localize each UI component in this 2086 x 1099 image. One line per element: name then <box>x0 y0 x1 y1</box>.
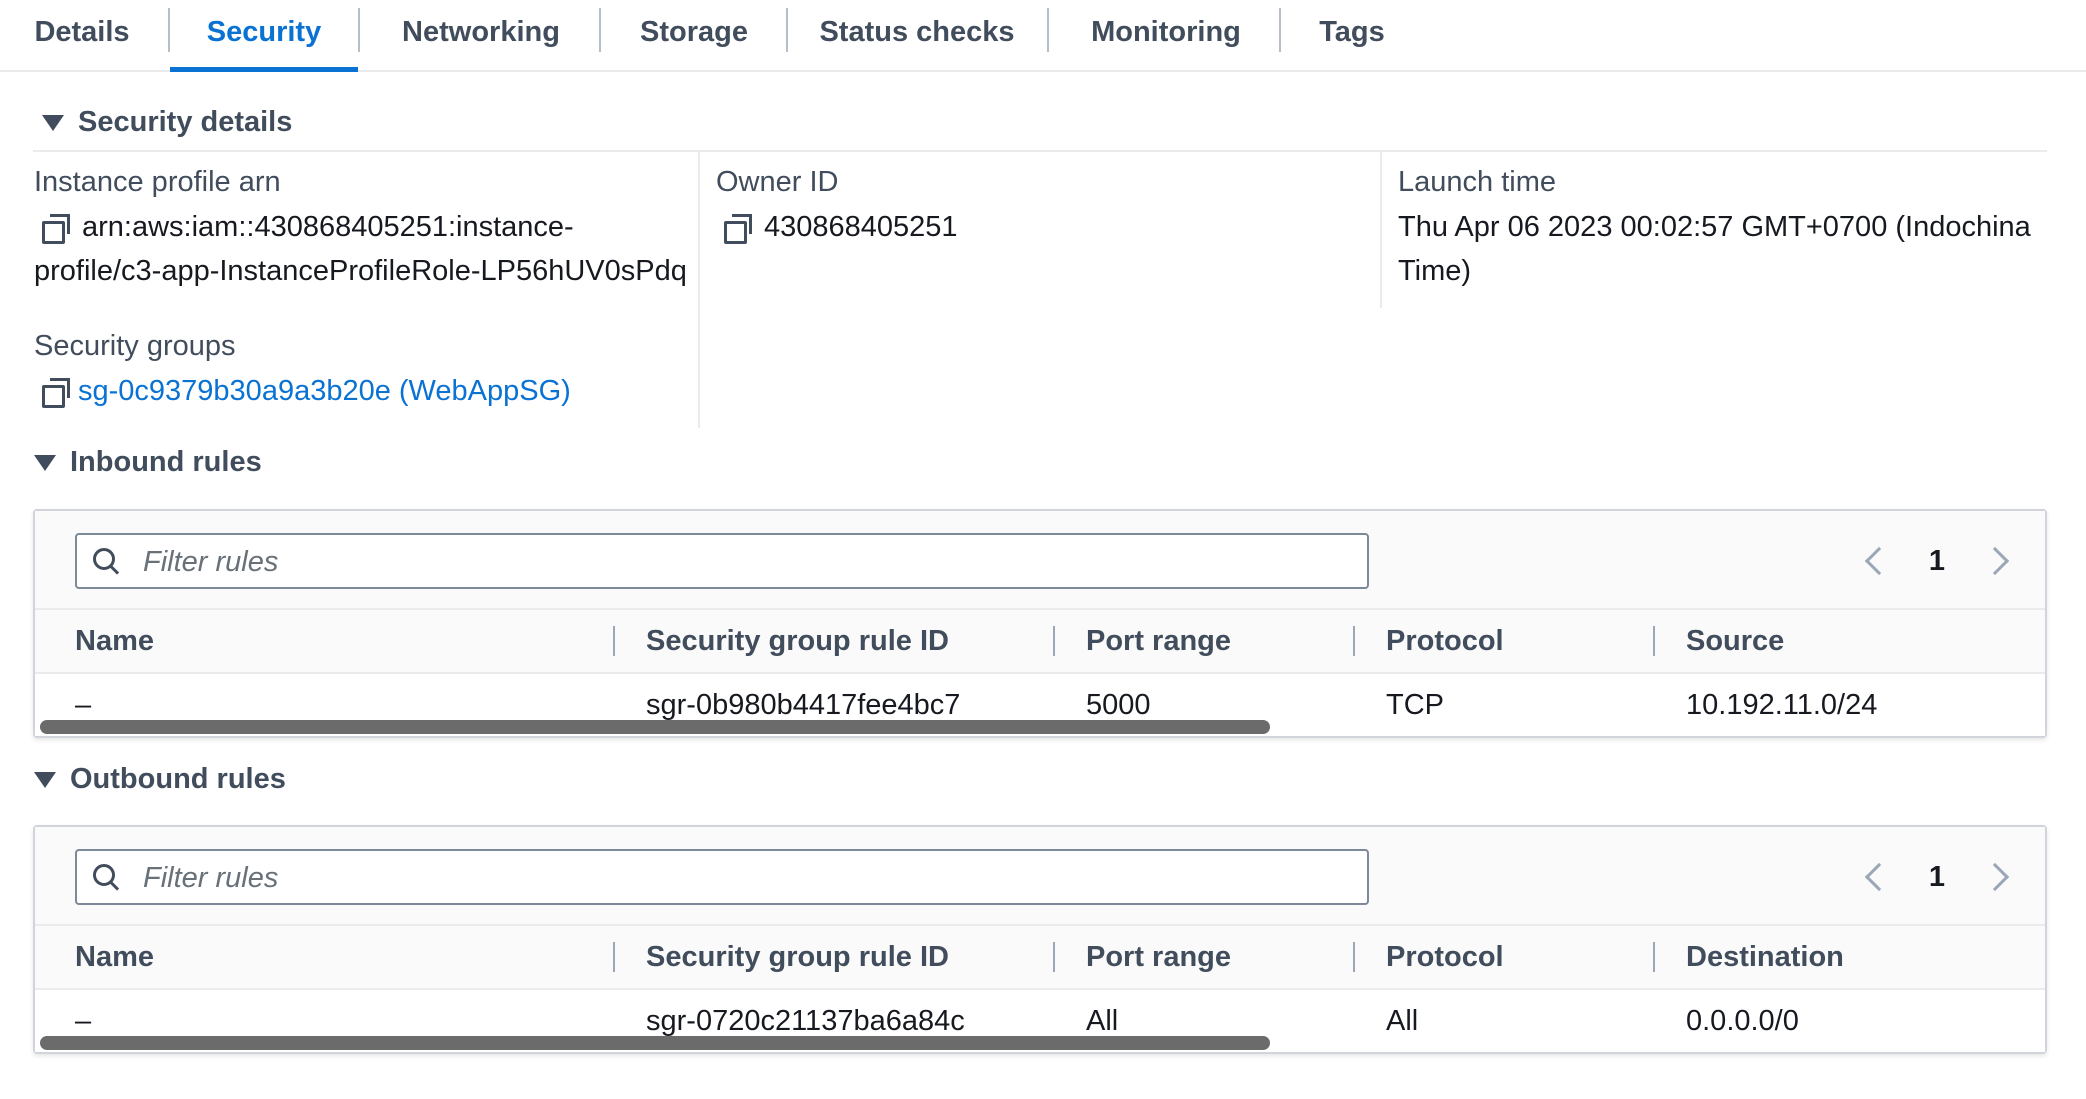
tab-security[interactable]: Security <box>170 0 358 72</box>
owner-id-text: 430868405251 <box>764 211 958 243</box>
launch-time-line1: Thu Apr 06 2023 00:02:57 GMT+0700 (Indoc… <box>1398 211 2031 243</box>
column-header-source[interactable]: Source <box>1686 610 1784 672</box>
table-header: Name Security group rule ID Port range P… <box>35 610 2045 674</box>
column-header-rule-id[interactable]: Security group rule ID <box>646 610 949 672</box>
tab-tags[interactable]: Tags <box>1312 0 1392 68</box>
tab-storage[interactable]: Storage <box>624 0 764 68</box>
chevron-right-icon[interactable] <box>1980 546 2010 576</box>
column-resizer[interactable] <box>1653 626 1655 656</box>
section-divider <box>33 150 2047 152</box>
cell-source: 10.192.11.0/24 <box>1686 689 1878 721</box>
cell-protocol: TCP <box>1386 689 1444 721</box>
tab-monitoring[interactable]: Monitoring <box>1076 0 1256 68</box>
column-resizer[interactable] <box>613 942 615 972</box>
pagination: 1 <box>1864 533 2010 589</box>
security-panel: Details Security Networking Storage Stat… <box>0 0 2086 1099</box>
security-groups-label: Security groups <box>34 330 236 362</box>
search-icon <box>93 548 117 572</box>
inbound-rules-heading: Inbound rules <box>70 446 262 478</box>
table-row[interactable]: – sgr-0b980b4417fee4bc7 5000 TCP 10.192.… <box>35 674 2045 736</box>
cell-destination: 0.0.0.0/0 <box>1686 1005 1799 1037</box>
tab-separator <box>1279 8 1281 52</box>
owner-id-value: 430868405251 <box>724 205 958 249</box>
page-number[interactable]: 1 <box>1929 861 1945 894</box>
outbound-rules-heading: Outbound rules <box>70 763 286 795</box>
column-header-protocol[interactable]: Protocol <box>1386 926 1504 988</box>
table-toolbar: 1 <box>35 827 2045 926</box>
column-resizer[interactable] <box>1053 626 1055 656</box>
inbound-filter-field <box>75 533 1369 589</box>
chevron-left-icon[interactable] <box>1864 546 1894 576</box>
inbound-rules-toggle[interactable]: Inbound rules <box>34 446 262 479</box>
column-divider <box>698 150 700 428</box>
column-resizer[interactable] <box>1053 942 1055 972</box>
copy-icon[interactable] <box>42 378 70 408</box>
instance-profile-line1-wrap: arn:aws:iam::430868405251:instance- <box>34 211 574 244</box>
table-toolbar: 1 <box>35 511 2045 610</box>
column-header-name[interactable]: Name <box>75 926 154 988</box>
caret-down-icon <box>34 771 56 788</box>
security-details-heading: Security details <box>78 106 293 138</box>
outbound-filter-input[interactable] <box>141 857 1345 899</box>
pagination: 1 <box>1864 849 2010 905</box>
instance-profile-line2: profile/c3-app-InstanceProfileRole-LP56h… <box>34 255 687 287</box>
page-number[interactable]: 1 <box>1929 545 1945 578</box>
owner-id-label: Owner ID <box>716 166 839 198</box>
instance-profile-label: Instance profile arn <box>34 166 281 198</box>
chevron-right-icon[interactable] <box>1980 862 2010 892</box>
inbound-filter-input[interactable] <box>141 541 1345 583</box>
horizontal-scrollbar[interactable] <box>40 1036 1270 1050</box>
column-header-name[interactable]: Name <box>75 610 154 672</box>
instance-profile-value: arn:aws:iam::430868405251:instance- prof… <box>34 205 687 293</box>
outbound-rules-table: 1 Name Security group rule ID Port range… <box>33 825 2047 1054</box>
column-resizer[interactable] <box>1353 626 1355 656</box>
column-resizer[interactable] <box>1653 942 1655 972</box>
launch-time-label: Launch time <box>1398 166 1556 198</box>
column-header-protocol[interactable]: Protocol <box>1386 610 1504 672</box>
tab-separator <box>599 8 601 52</box>
column-divider <box>1380 150 1382 308</box>
security-group-value: sg-0c9379b30a9a3b20e (WebAppSG) <box>42 369 571 413</box>
chevron-left-icon[interactable] <box>1864 862 1894 892</box>
table-row[interactable]: – sgr-0720c21137ba6a84c All All 0.0.0.0/… <box>35 990 2045 1052</box>
copy-icon[interactable] <box>42 214 70 244</box>
cell-protocol: All <box>1386 1005 1419 1037</box>
table-header: Name Security group rule ID Port range P… <box>35 926 2045 990</box>
column-resizer[interactable] <box>1353 942 1355 972</box>
column-resizer[interactable] <box>613 626 615 656</box>
horizontal-scrollbar[interactable] <box>40 720 1270 734</box>
tab-bar: Details Security Networking Storage Stat… <box>0 0 2086 72</box>
tab-separator <box>786 8 788 52</box>
tab-separator <box>358 8 360 52</box>
tab-details[interactable]: Details <box>16 0 148 68</box>
tab-networking[interactable]: Networking <box>384 0 578 68</box>
launch-time-value: Thu Apr 06 2023 00:02:57 GMT+0700 (Indoc… <box>1398 205 2031 293</box>
security-details-toggle[interactable]: Security details <box>42 106 292 139</box>
column-header-port-range[interactable]: Port range <box>1086 610 1231 672</box>
tab-status-checks[interactable]: Status checks <box>810 0 1024 68</box>
search-icon <box>93 864 117 888</box>
inbound-rules-table: 1 Name Security group rule ID Port range… <box>33 509 2047 738</box>
column-header-rule-id[interactable]: Security group rule ID <box>646 926 949 988</box>
tab-separator <box>1047 8 1049 52</box>
outbound-rules-toggle[interactable]: Outbound rules <box>34 763 286 796</box>
column-header-destination[interactable]: Destination <box>1686 926 1844 988</box>
caret-down-icon <box>42 114 64 131</box>
copy-icon[interactable] <box>724 214 752 244</box>
security-group-link[interactable]: sg-0c9379b30a9a3b20e (WebAppSG) <box>78 375 571 407</box>
column-header-port-range[interactable]: Port range <box>1086 926 1231 988</box>
instance-profile-line1: arn:aws:iam::430868405251:instance- <box>82 211 574 243</box>
caret-down-icon <box>34 454 56 471</box>
launch-time-line2: Time) <box>1398 255 1472 287</box>
outbound-filter-field <box>75 849 1369 905</box>
